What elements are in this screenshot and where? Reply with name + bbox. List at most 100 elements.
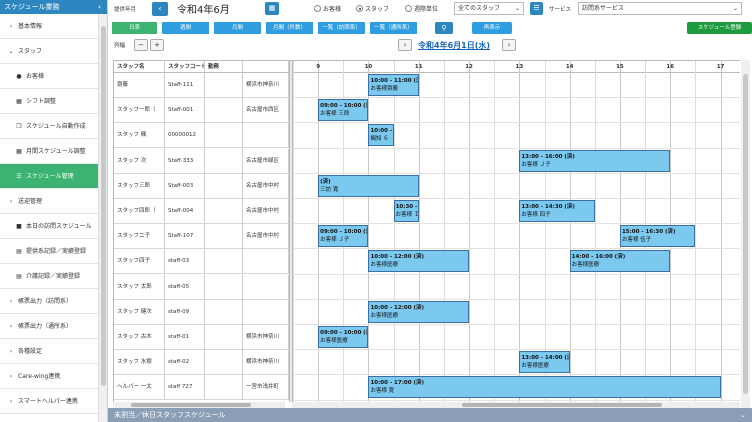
schedule-event[interactable]: (済) 三訪 寛 [318, 174, 419, 197]
schedule-event[interactable]: 09:00 - 10:00 (済) お客様 Ｊ子 [318, 225, 369, 248]
schedule-event[interactable]: 10:00 - 楓知 ６ [368, 124, 394, 147]
frozen-column-divider[interactable] [289, 61, 293, 402]
sidebar-item[interactable]: ▤ 提供系記録／実績登録 [0, 239, 98, 264]
width-increase-button[interactable]: + [150, 39, 164, 51]
unassigned-staff-bar[interactable]: 未割当／休日スタッフスケジュール ⌄ [108, 408, 752, 422]
tab-list-visit[interactable]: 一覧（訪問系） [318, 22, 366, 34]
schedule-event[interactable]: 14:00 - 16:00 (済) お客様医療 [569, 250, 671, 273]
scroll-thumb[interactable] [743, 74, 748, 394]
column-header-addr [243, 61, 289, 73]
sidebar-item-label: スタッフ [18, 48, 43, 55]
schedule-event[interactable]: 10:00 - 11:00 (済) お客様齋藤 [368, 74, 419, 96]
sidebar-item[interactable]: ■ 本日の訪問スケジュール [0, 214, 98, 239]
tab-daily[interactable]: 日表 [112, 22, 158, 34]
cell-name[interactable]: スタッフ四子 [114, 249, 165, 275]
chevron-right-icon: › [9, 398, 13, 405]
radio-customer[interactable]: お客様 [314, 4, 341, 13]
redisplay-button[interactable]: 再表示 [472, 22, 512, 34]
radio-staff[interactable]: スタッフ [356, 4, 389, 13]
sidebar-item[interactable]: ❐ スケジュール自動作成 [0, 114, 98, 139]
radio-circle-icon[interactable] [314, 5, 321, 12]
event-customer: お客様 寛 [370, 388, 395, 395]
sidebar-header[interactable]: スケジュール業務 ‹ [0, 0, 107, 14]
schedule-event[interactable]: 15:00 - 16:30 (済) お客様 伍子 [619, 225, 696, 248]
sidebar-item[interactable]: ▤ 介護記録／実績登録 [0, 264, 98, 289]
grid-line [443, 61, 445, 402]
sidebar-menu: › 基本情報 ⌄ スタッフ ● お客様 ▦ シフト調整 ❐ スケジュール自動作成 ▦ 月間スケジュール… [0, 14, 98, 414]
sidebar-item[interactable]: › 送迎管理 [0, 189, 98, 214]
sidebar-item[interactable]: ▦ 月間スケジュール調整 [0, 139, 98, 164]
calendar-icon[interactable]: ▦ [265, 2, 279, 15]
event-time: 09:00 - 10:00 (済) [320, 229, 369, 236]
cell-addr [243, 274, 289, 300]
cell-name[interactable]: スタッフ 次 [114, 148, 165, 174]
radio-staff-label: スタッフ [365, 6, 390, 13]
cell-name[interactable]: スタッフ 太郎 [114, 274, 165, 300]
cell-name[interactable]: スタッフ四郎（ [114, 199, 165, 224]
schedule-event[interactable]: 10:30 - お客様 Ｉ [393, 200, 419, 222]
hour-label: 9 [316, 64, 321, 70]
sidebar-item-label: 本日の訪問スケジュール [26, 223, 92, 230]
scroll-thumb[interactable] [131, 403, 251, 407]
cell-name[interactable]: スタッフ二子 [114, 224, 165, 250]
cell-name[interactable]: スタッフ 楓 [114, 123, 165, 149]
month-display: 令和4年6月 [177, 5, 230, 16]
date-title[interactable]: 令和4年6月1日(水) [418, 40, 490, 51]
cell-name[interactable]: ヘルパー 一太 [114, 375, 165, 401]
schedule-event[interactable]: 13:00 - 16:00 (済) お客様 Ｊ子 [519, 149, 671, 172]
sidebar-scrollbar[interactable] [98, 14, 107, 422]
prev-month-button[interactable]: ‹ [152, 2, 168, 16]
search-icon[interactable]: ⚲ [435, 22, 453, 34]
tab-monthly-count[interactable]: 月間（件数） [266, 22, 314, 34]
sidebar-item[interactable]: › Care-wing連携 [0, 364, 98, 389]
chevron-down-icon[interactable]: ⌄ [740, 408, 746, 422]
schedule-event[interactable]: 10:00 - 12:00 (済) お客様医療 [368, 250, 470, 273]
schedule-event[interactable]: 09:00 - 10:00 (済) お客様医療 [318, 326, 369, 348]
radio-circle-icon[interactable] [405, 5, 412, 12]
cell-name[interactable]: スタッフ三郎 [114, 173, 165, 199]
chevron-down-icon: ⌄ [8, 48, 14, 55]
radio-selected-icon[interactable] [356, 5, 363, 12]
tab-list-daycare[interactable]: 一覧（通所系） [370, 22, 418, 34]
sidebar-item[interactable]: ⌄ スタッフ [0, 39, 98, 64]
prev-day-button[interactable]: ‹ [398, 39, 412, 51]
radio-office[interactable]: 週際単位 [405, 4, 438, 13]
event-customer: お客様 伍子 [621, 237, 652, 244]
sidebar-item-label: 帳票出力（通所系） [18, 323, 73, 330]
schedule-event[interactable]: 13:00 - 14:30 (済) お客様 四子 [519, 200, 595, 222]
staff-select[interactable]: 全てのスタッフ ⌄ [454, 2, 524, 15]
vertical-scrollbar[interactable] [741, 60, 750, 408]
sidebar-item[interactable]: › 各種設定 [0, 339, 98, 364]
sidebar-scroll-thumb[interactable] [101, 26, 106, 386]
sidebar-item-label: スケジュール管理 [26, 173, 74, 180]
schedule-event[interactable]: 10:00 - 17:00 (済) お客様 寛 [368, 376, 721, 399]
sidebar-item[interactable]: › 基本情報 [0, 14, 98, 39]
width-decrease-button[interactable]: − [134, 39, 148, 51]
service-select[interactable]: 訪問系サービス ⌄ [578, 2, 742, 15]
sidebar-item[interactable]: › 帳票出力（通所系） [0, 314, 98, 339]
cell-name[interactable]: スタッフ 古木 [114, 325, 165, 350]
cell-addr [243, 123, 289, 149]
next-day-button[interactable]: › [502, 39, 516, 51]
tab-weekly[interactable]: 週間 [162, 22, 210, 34]
scroll-thumb[interactable] [462, 403, 662, 407]
cell-name[interactable]: 齋藤 [114, 73, 165, 98]
schedule-event[interactable]: 09:00 - 10:00 (済) お客様 三郎 [318, 99, 369, 122]
sidebar-item[interactable]: ● お客様 [0, 64, 98, 89]
grid-line [569, 61, 571, 402]
event-customer: お客様 三郎 [320, 111, 350, 118]
tab-monthly[interactable]: 月間 [214, 22, 262, 34]
schedule-event[interactable]: 13:00 - 14:00 (済) お客様医療 [519, 351, 570, 374]
collapse-sidebar-icon[interactable]: ‹ [98, 0, 101, 14]
hour-label: 17 [716, 64, 725, 70]
cell-name[interactable]: スタッフ 健次 [114, 299, 165, 325]
sidebar-item[interactable]: ☰ スケジュール管理 [0, 164, 98, 189]
cell-name[interactable]: スタッフ 水樹 [114, 350, 165, 376]
sidebar-item[interactable]: › スマートヘルパー連携 [0, 389, 98, 414]
list-view-icon[interactable]: ☰ [530, 2, 543, 15]
cell-name[interactable]: スタッフ一郎（ [114, 98, 165, 124]
sidebar-item[interactable]: › 帳票出力（訪問系） [0, 289, 98, 314]
schedule-event[interactable]: 10:00 - 12:00 (済) お客様医療 [368, 300, 470, 323]
register-schedule-button[interactable]: スケジュール登録 [687, 22, 752, 34]
sidebar-item[interactable]: ▦ シフト調整 [0, 89, 98, 114]
